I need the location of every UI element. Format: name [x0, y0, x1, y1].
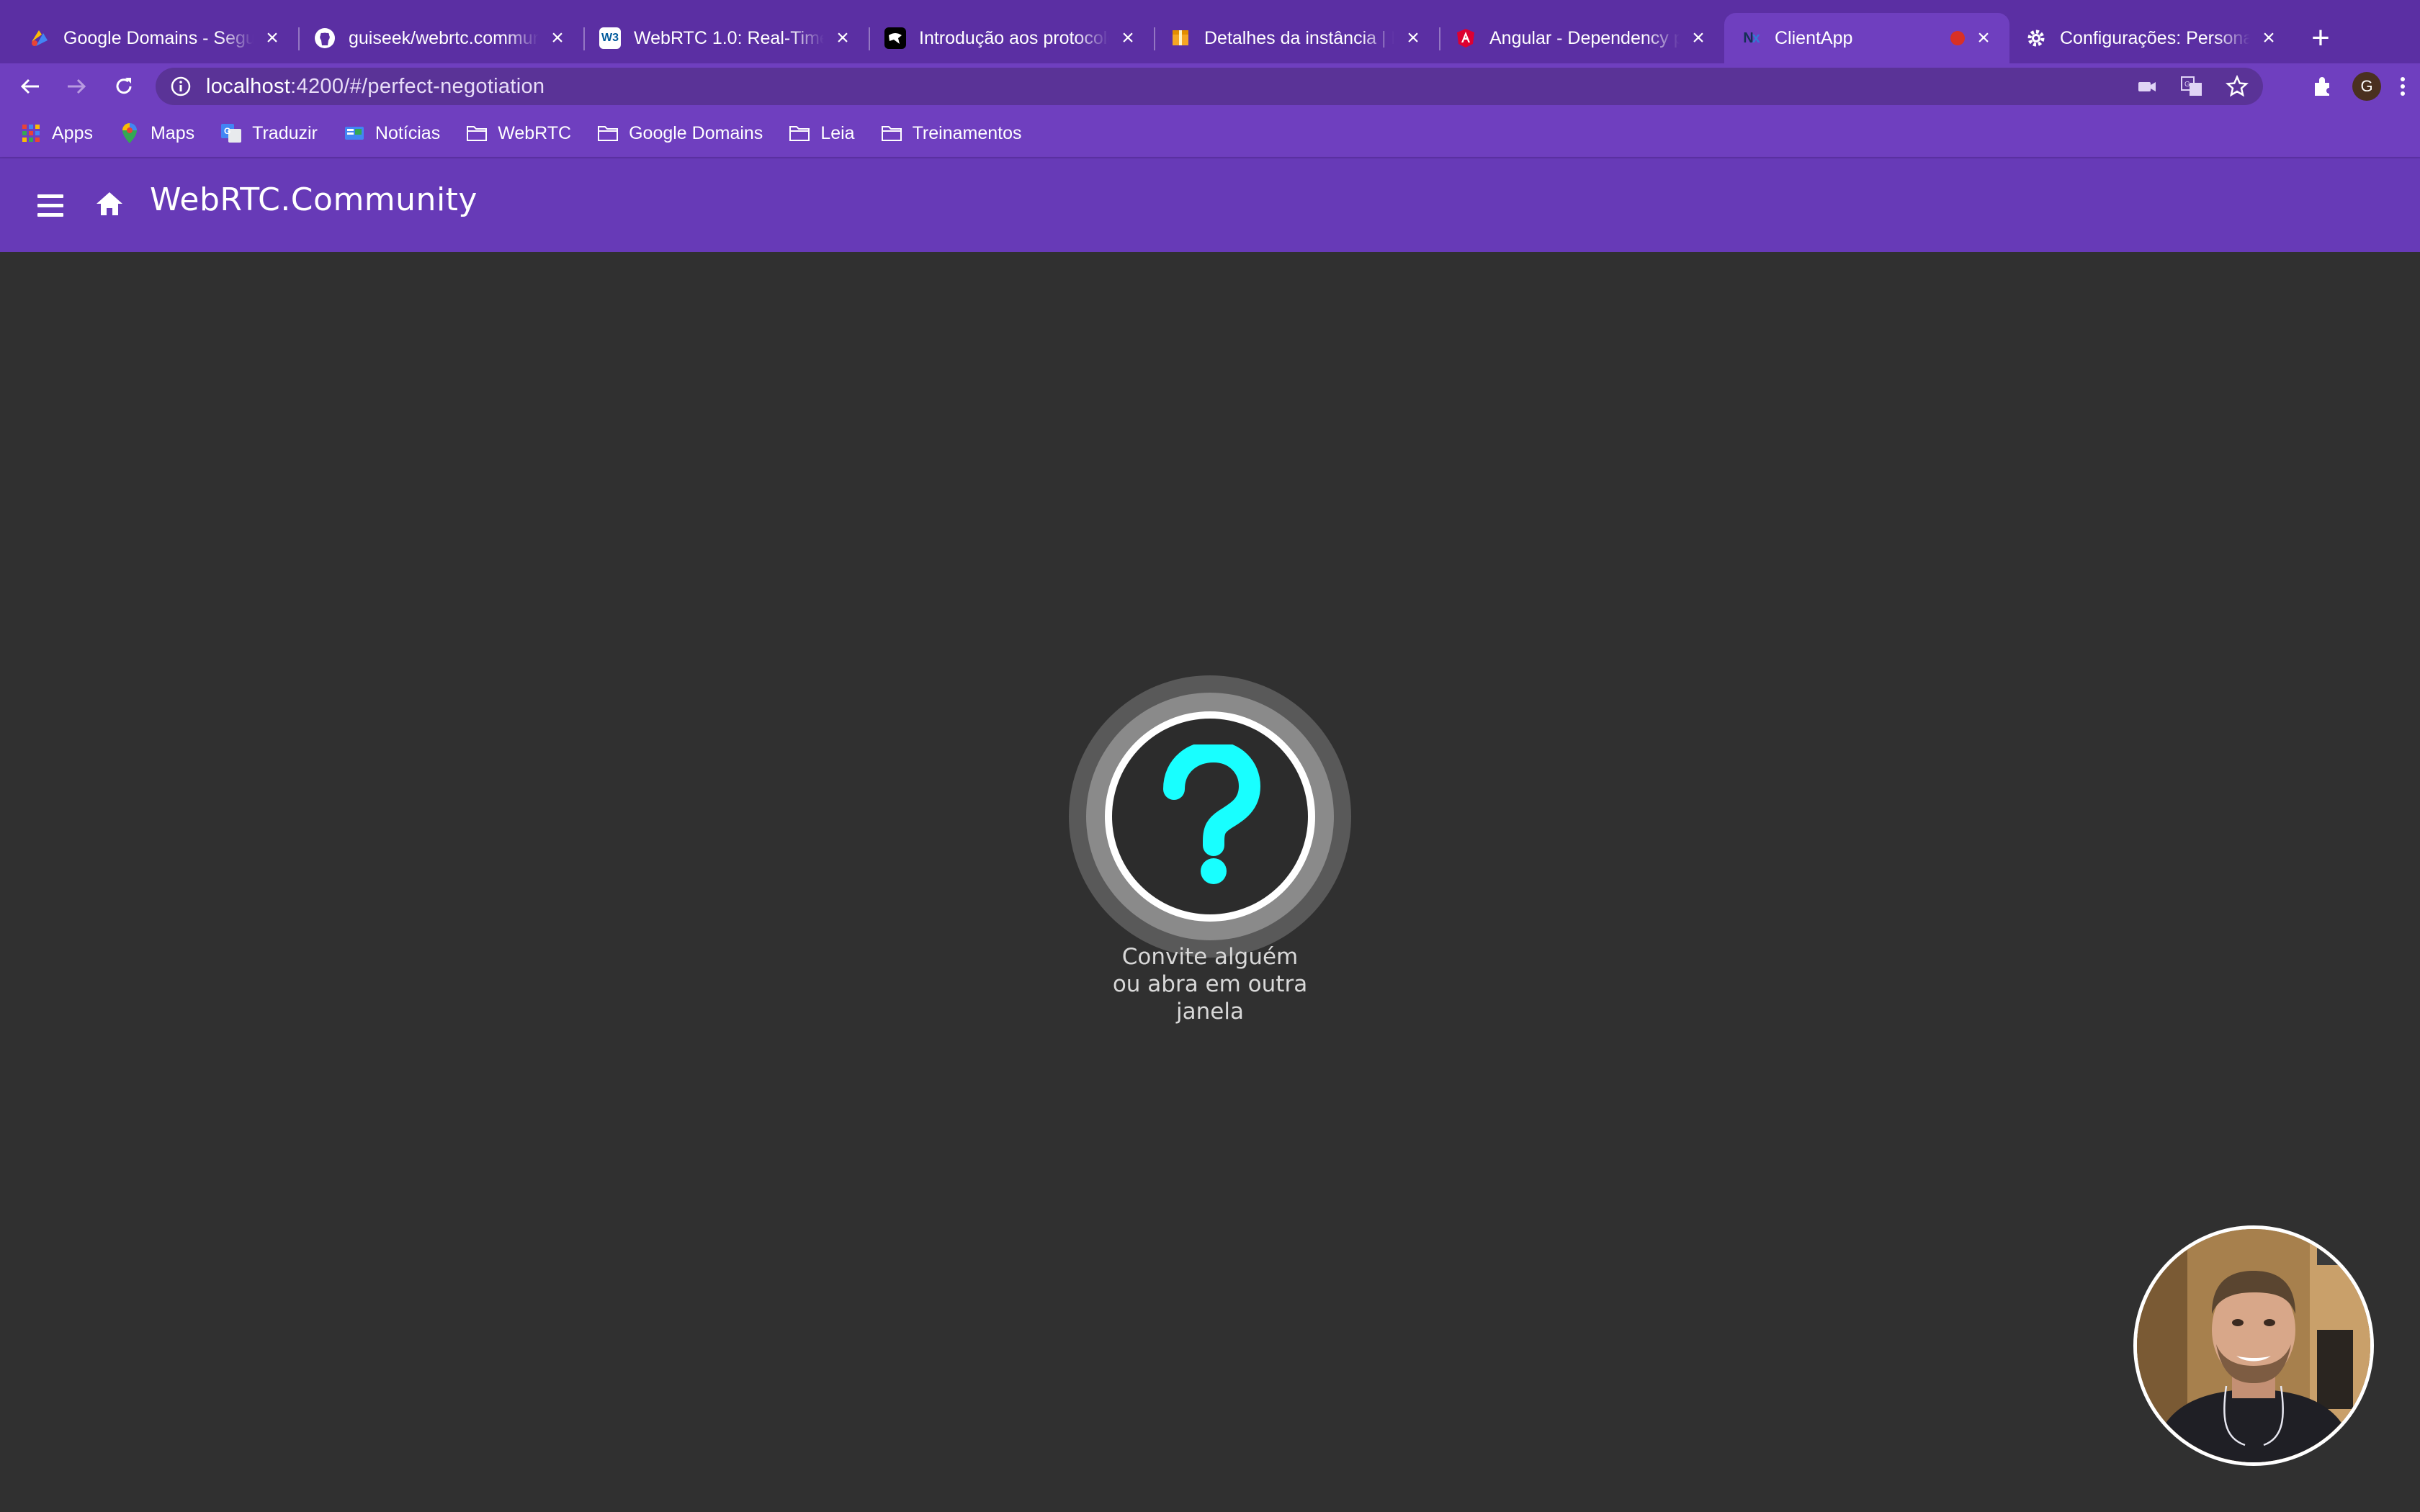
- bookmarks-bar: Apps Maps G Traduzir Notícias WebRTC Goo…: [0, 109, 2420, 158]
- bookmark-folder-google-domains[interactable]: Google Domains: [597, 122, 763, 144]
- browser-toolbar: localhost:4200/#/perfect-negotiation G G: [0, 63, 2420, 109]
- bookmark-noticias[interactable]: Notícias: [344, 122, 440, 144]
- browser-tab-google-domains[interactable]: Google Domains - Segurança ×: [13, 13, 298, 63]
- info-icon[interactable]: [170, 76, 192, 97]
- forward-button[interactable]: [53, 63, 99, 109]
- app-title[interactable]: WebRTC.Community: [150, 181, 478, 218]
- address-host: localhost: [206, 74, 291, 98]
- bookmark-label: Notícias: [375, 122, 441, 143]
- bookmark-label: Maps: [150, 122, 195, 143]
- menu-button[interactable]: [32, 188, 69, 222]
- browser-tab-strip: Google Domains - Segurança × guiseek/web…: [0, 0, 2420, 63]
- back-button[interactable]: [7, 63, 53, 109]
- close-icon[interactable]: ×: [831, 26, 854, 50]
- menu-icon-bar: [37, 212, 63, 217]
- self-portrait-video: [2137, 1229, 2370, 1462]
- address-path: :4200/#/perfect-negotiation: [290, 74, 545, 98]
- arrow-right-icon: [68, 78, 86, 94]
- close-icon[interactable]: ×: [261, 26, 284, 50]
- bookmark-label: Google Domains: [629, 122, 763, 143]
- translate-icon[interactable]: G: [2179, 74, 2204, 99]
- bookmark-label: Apps: [52, 122, 93, 143]
- browser-tab-mdn[interactable]: Introdução aos protocolos ×: [869, 13, 1154, 63]
- bookmark-folder-webrtc[interactable]: WebRTC: [466, 122, 571, 144]
- address-url: localhost:4200/#/perfect-negotiation: [206, 75, 544, 99]
- recording-indicator-icon: [1950, 31, 1965, 45]
- invite-core: [1112, 719, 1308, 914]
- menu-icon-bar: [37, 203, 63, 207]
- bookmark-label: Traduzir: [252, 122, 318, 143]
- nx-icon: Nx: [1743, 30, 1760, 46]
- tab-title: ClientApp: [1775, 27, 1853, 48]
- svg-text:G: G: [2184, 81, 2190, 89]
- tab-title: Introdução aos protocolos: [919, 27, 1109, 48]
- home-button[interactable]: [92, 186, 127, 221]
- bookmark-star-icon[interactable]: [2226, 75, 2249, 98]
- folder-icon: [597, 122, 619, 144]
- news-icon: [344, 122, 365, 144]
- browser-tab-lightsail[interactable]: Detalhes da instância | Lightsail ×: [1154, 13, 1439, 63]
- github-icon: [314, 27, 336, 49]
- menu-icon-bar: [37, 194, 63, 198]
- home-icon: [97, 192, 122, 215]
- close-icon[interactable]: ×: [2257, 26, 2280, 50]
- reload-button[interactable]: [101, 63, 147, 109]
- tab-title: Detalhes da instância | Lightsail: [1204, 27, 1394, 48]
- bookmark-apps[interactable]: Apps: [20, 122, 93, 144]
- w3c-icon: W3: [599, 27, 621, 49]
- tab-title: Google Domains - Segurança: [63, 27, 254, 48]
- mdn-icon: [884, 27, 906, 49]
- maps-pin-icon: [119, 122, 140, 144]
- invite-line-3: janela: [1176, 999, 1244, 1025]
- camera-in-use-icon[interactable]: [2136, 76, 2158, 97]
- close-icon[interactable]: ×: [1116, 26, 1139, 50]
- close-icon[interactable]: ×: [1402, 26, 1425, 50]
- extensions-puzzle-icon[interactable]: [2311, 74, 2335, 99]
- invite-peer-button[interactable]: [1069, 675, 1351, 958]
- close-icon[interactable]: ×: [1972, 26, 1995, 50]
- bookmark-label: Treinamentos: [912, 122, 1022, 143]
- folder-icon: [881, 122, 902, 144]
- arrow-left-icon: [20, 78, 39, 94]
- more-vertical-icon[interactable]: [2398, 74, 2407, 99]
- bookmark-label: WebRTC: [498, 122, 572, 143]
- folder-icon: [789, 122, 810, 144]
- invite-line-2: ou abra em outra: [1112, 971, 1308, 997]
- bookmark-traduzir[interactable]: G Traduzir: [220, 122, 318, 144]
- aws-box-icon: [1170, 27, 1191, 49]
- tab-title: Angular - Dependency providers: [1489, 27, 1680, 48]
- profile-avatar[interactable]: G: [2352, 72, 2381, 101]
- settings-gear-icon: [2025, 27, 2047, 49]
- app-toolbar: WebRTC.Community: [0, 158, 2420, 252]
- close-icon[interactable]: ×: [1687, 26, 1710, 50]
- close-icon[interactable]: ×: [546, 26, 569, 50]
- browser-tab-settings[interactable]: Configurações: Personalizar ×: [2009, 13, 2295, 63]
- tab-title: WebRTC 1.0: Real-Time Communication: [634, 27, 824, 48]
- address-bar[interactable]: localhost:4200/#/perfect-negotiation G: [156, 68, 2263, 105]
- browser-tab-angular[interactable]: Angular - Dependency providers ×: [1439, 13, 1724, 63]
- bookmark-label: Leia: [820, 122, 855, 143]
- apps-grid-icon: [20, 122, 42, 144]
- invite-line-1: Convite alguém: [1121, 944, 1299, 970]
- reload-icon: [116, 78, 132, 94]
- angular-icon: [1455, 27, 1476, 49]
- svg-text:G: G: [224, 126, 230, 136]
- browser-tab-clientapp[interactable]: Nx ClientApp ×: [1724, 13, 2009, 63]
- bookmark-folder-treinamentos[interactable]: Treinamentos: [881, 122, 1022, 144]
- folder-icon: [466, 122, 488, 144]
- tab-title: guiseek/webrtc.community: [349, 27, 539, 48]
- new-tab-button[interactable]: +: [2299, 13, 2342, 63]
- local-video-preview[interactable]: [2133, 1225, 2374, 1466]
- translate-icon: G: [220, 122, 242, 144]
- invite-message: Convite alguém ou abra em outra janela: [1066, 943, 1354, 1025]
- google-domains-icon: [29, 27, 50, 49]
- browser-tab-github[interactable]: guiseek/webrtc.community ×: [298, 13, 583, 63]
- browser-tab-w3c[interactable]: W3 WebRTC 1.0: Real-Time Communication ×: [583, 13, 869, 63]
- bookmark-folder-leia[interactable]: Leia: [789, 122, 855, 144]
- bookmark-maps[interactable]: Maps: [119, 122, 194, 144]
- tab-title: Configurações: Personalizar: [2060, 27, 2250, 48]
- question-mark-icon: [1163, 744, 1261, 884]
